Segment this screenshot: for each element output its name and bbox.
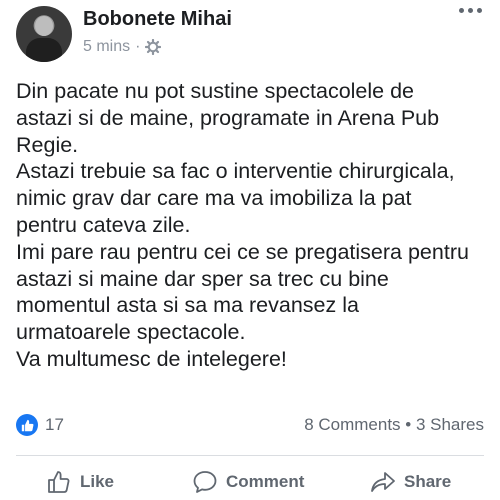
like-label: Like xyxy=(80,472,115,491)
post-line: momentul asta si sa ma revansez la xyxy=(16,293,359,318)
like-reaction-icon[interactable] xyxy=(16,414,38,436)
post-line: urmatoarele spectacole. xyxy=(16,320,246,345)
like-button[interactable]: Like xyxy=(46,469,114,495)
post-line: Regie. xyxy=(16,132,79,157)
post-header: Bobonete Mihai 5 mins · xyxy=(0,0,500,70)
share-icon xyxy=(371,472,395,492)
author-name[interactable]: Bobonete Mihai xyxy=(83,8,232,31)
more-dot xyxy=(468,8,473,13)
post-line: astazi si de maine, programate in Arena … xyxy=(16,105,440,130)
comment-button[interactable]: Comment xyxy=(192,469,304,495)
avatar-head xyxy=(35,16,53,36)
post-line: Astazi trebuie sa fac o interventie chir… xyxy=(16,159,455,184)
post-stats: 17 8 Comments • 3 Shares xyxy=(16,412,484,438)
comment-label: Comment xyxy=(226,472,305,491)
share-label: Share xyxy=(404,472,452,491)
post-line: Va multumesc de intelegere! xyxy=(16,346,287,371)
divider xyxy=(16,455,484,456)
more-dot xyxy=(459,8,464,13)
gear-icon[interactable] xyxy=(145,39,162,55)
thumbs-up-icon xyxy=(48,471,70,493)
avatar-body xyxy=(26,38,62,62)
like-count[interactable]: 17 xyxy=(45,415,64,435)
post-time[interactable]: 5 mins xyxy=(83,38,130,56)
post-meta: 5 mins · xyxy=(83,38,162,56)
comments-shares-count[interactable]: 8 Comments • 3 Shares xyxy=(304,415,484,435)
post-body: Din pacate nu pot sustine spectacolele d… xyxy=(16,78,488,373)
share-button[interactable]: Share xyxy=(370,469,451,495)
meta-separator: · xyxy=(135,38,141,55)
post-line: nimic grav dar care ma va imobiliza la p… xyxy=(16,186,412,211)
comment-icon xyxy=(193,471,217,493)
post-line: pentru cateva zile. xyxy=(16,212,191,237)
thumbs-up-icon xyxy=(21,419,33,431)
more-dot xyxy=(477,8,482,13)
post-line: Imi pare rau pentru cei ce se pregatiser… xyxy=(16,239,469,264)
post-line: astazi si maine dar sper sa trec cu bine xyxy=(16,266,389,291)
post-line: Din pacate nu pot sustine spectacolele d… xyxy=(16,79,415,103)
avatar[interactable] xyxy=(16,6,72,62)
more-options-icon[interactable] xyxy=(459,8,482,13)
action-bar: Like Comment Share xyxy=(0,465,500,500)
